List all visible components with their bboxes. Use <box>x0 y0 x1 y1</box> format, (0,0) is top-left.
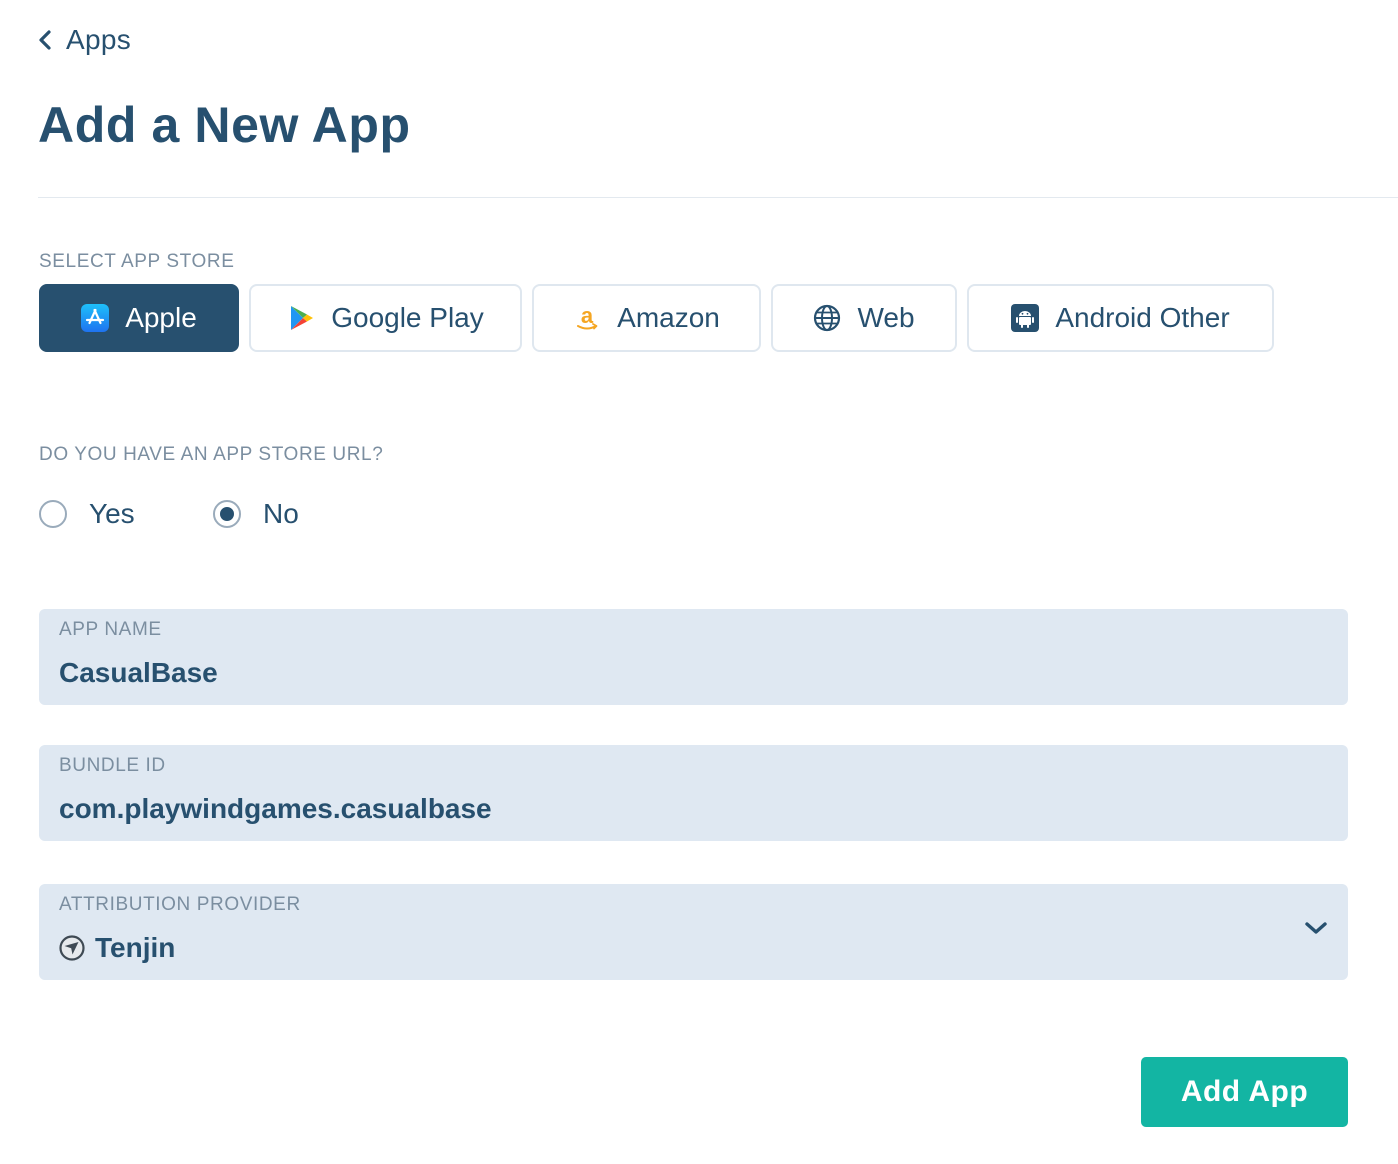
attribution-provider-select[interactable]: ATTRIBUTION PROVIDER Tenjin <box>39 884 1348 980</box>
back-link-label: Apps <box>66 24 132 55</box>
svg-text:a: a <box>581 304 594 328</box>
amazon-icon: a <box>573 304 601 332</box>
google-play-icon <box>287 304 315 332</box>
store-option-apple[interactable]: Apple <box>39 284 239 352</box>
header-divider <box>38 197 1398 198</box>
attribution-provider-selected: Tenjin <box>59 932 175 964</box>
store-option-android-other[interactable]: Android Other <box>967 284 1274 352</box>
app-name-value[interactable]: CasualBase <box>59 657 218 689</box>
radio-button-no[interactable] <box>213 500 241 528</box>
attribution-provider-label: ATTRIBUTION PROVIDER <box>59 894 301 915</box>
chevron-left-icon <box>39 30 51 50</box>
back-to-apps-link[interactable]: Apps <box>38 20 131 60</box>
store-option-label: Apple <box>125 302 197 333</box>
store-option-google-play[interactable]: Google Play <box>249 284 522 352</box>
app-name-label: APP NAME <box>59 619 162 640</box>
chevron-down-icon[interactable] <box>1304 920 1328 936</box>
tenjin-logo-icon <box>59 935 85 961</box>
globe-icon <box>813 304 841 332</box>
page-title: Add a New App <box>38 97 411 153</box>
store-option-label: Web <box>857 302 915 333</box>
bundle-id-field[interactable]: BUNDLE ID com.playwindgames.casualbase <box>39 745 1348 841</box>
bundle-id-value[interactable]: com.playwindgames.casualbase <box>59 793 492 825</box>
radio-option-no[interactable]: No <box>213 494 299 534</box>
app-name-field[interactable]: APP NAME CasualBase <box>39 609 1348 705</box>
bundle-id-label: BUNDLE ID <box>59 755 166 776</box>
app-store-url-question: DO YOU HAVE AN APP STORE URL? <box>39 444 384 465</box>
radio-option-yes[interactable]: Yes <box>39 494 135 534</box>
store-option-label: Amazon <box>617 302 720 333</box>
radio-label-yes: Yes <box>89 498 135 529</box>
select-app-store-label: SELECT APP STORE <box>39 251 235 272</box>
store-option-amazon[interactable]: a Amazon <box>532 284 761 352</box>
app-store-icon <box>81 304 110 332</box>
android-icon <box>1011 304 1040 332</box>
store-option-web[interactable]: Web <box>771 284 957 352</box>
store-option-label: Google Play <box>331 302 484 333</box>
radio-selected-dot <box>220 507 234 521</box>
attribution-provider-value: Tenjin <box>95 932 176 963</box>
store-option-label: Android Other <box>1055 302 1230 333</box>
add-app-button[interactable]: Add App <box>1141 1057 1348 1127</box>
radio-label-no: No <box>263 498 299 529</box>
radio-button-yes[interactable] <box>39 500 67 528</box>
